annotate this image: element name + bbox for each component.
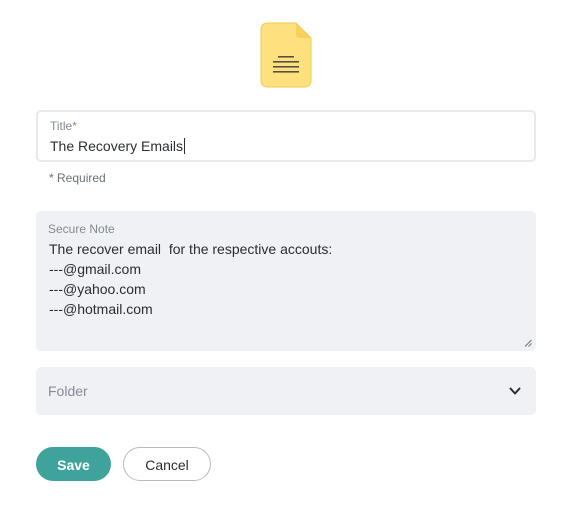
secure-note-textarea[interactable]: Secure Note The recover email for the re… [36, 211, 536, 351]
resize-handle-icon[interactable] [524, 339, 532, 347]
title-field[interactable]: Title* The Recovery Emails [36, 110, 536, 162]
text-caret [184, 138, 186, 154]
secure-note-value: The recover email for the respective acc… [49, 241, 333, 317]
title-input[interactable]: The Recovery Emails [50, 137, 186, 155]
cancel-button[interactable]: Cancel [123, 447, 211, 481]
save-button[interactable]: Save [36, 447, 111, 481]
folder-placeholder: Folder [48, 383, 88, 399]
folder-select[interactable]: Folder [36, 367, 536, 415]
document-note-icon [260, 22, 312, 88]
secure-note-form: Title* The Recovery Emails * Required Se… [0, 0, 570, 510]
secure-note-label: Secure Note [48, 222, 115, 236]
title-value: The Recovery Emails [50, 138, 184, 154]
required-hint: * Required [49, 171, 106, 185]
title-label: Title* [50, 119, 77, 133]
chevron-down-icon [509, 387, 521, 395]
